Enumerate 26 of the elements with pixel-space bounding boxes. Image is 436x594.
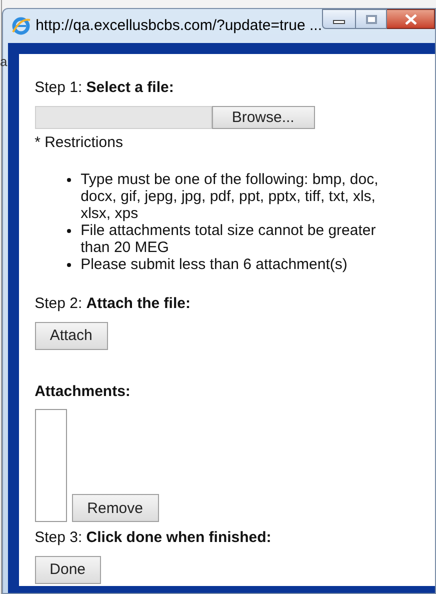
maximize-button[interactable] (356, 9, 387, 29)
background-text: a (0, 55, 8, 68)
restrictions-heading: * Restrictions (34, 132, 123, 152)
attach-button[interactable]: Attach (34, 322, 108, 350)
bullet-icon (66, 263, 71, 267)
browser-logo-icon (10, 16, 31, 36)
restriction-text: Please submit less than 6 attachment(s) (80, 256, 348, 273)
minimize-button[interactable] (322, 9, 356, 29)
step-label: Step 1: Select a file: (34, 78, 174, 98)
close-icon (404, 14, 416, 24)
bullet-icon (66, 178, 71, 182)
close-button[interactable] (387, 9, 435, 29)
step-label: Step 3: Click done when finished: (34, 528, 272, 548)
file-path-field[interactable] (34, 106, 212, 128)
minimize-icon (333, 20, 345, 24)
restriction-text: File attachments total size cannot be greater than 20 MEG (80, 222, 377, 256)
maximize-icon (366, 14, 376, 24)
step-label: Step 2: Attach the file: (34, 294, 190, 314)
remove-button[interactable]: Remove (72, 494, 159, 522)
done-button[interactable]: Done (34, 556, 101, 584)
bullet-icon (66, 229, 71, 233)
browse-button[interactable]: Browse... (212, 106, 315, 128)
window-title: http://qa.excellusbcbs.com/?update=true ... (36, 16, 322, 36)
attachments-list[interactable] (34, 409, 67, 522)
attachments-heading: Attachments: (34, 382, 130, 402)
restriction-text: Type must be one of the following: bmp, doc, docx, gif, jepg, jpg, pdf, ppt, pptx, tiff, txt, xls, xlsx, xps (80, 171, 380, 222)
